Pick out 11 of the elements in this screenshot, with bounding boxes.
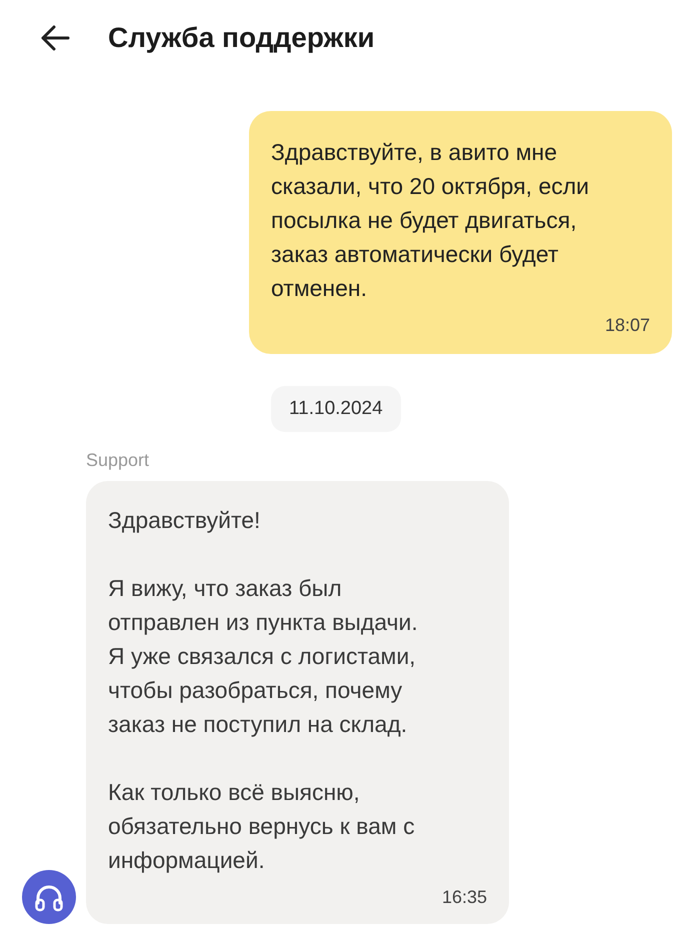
message-text: Здравствуйте! bbox=[108, 506, 262, 535]
message-time: 16:35 bbox=[442, 887, 487, 908]
sender-name: Support bbox=[86, 450, 150, 471]
message-text: Здравствуйте, в авито мне сказали, что 20 октября, если посылка не будет двигаться, заказ автоматически будет отменен. bbox=[271, 138, 590, 303]
screen-title: Служба поддержки bbox=[108, 22, 375, 54]
message-text: Как только всё выясню, обязательно вернусь к вам с информацией. bbox=[108, 778, 416, 875]
message-time: 18:07 bbox=[604, 315, 650, 336]
date-chip: 11.10.2024 bbox=[271, 386, 401, 432]
headphones-avatar-icon bbox=[22, 870, 76, 924]
back-arrow-icon[interactable] bbox=[40, 25, 70, 51]
message-text: Я вижу, что заказ был отправлен из пункта выдачи. Я уже связался с логистами, чтобы разобраться, почему заказ не поступил на склад. bbox=[108, 574, 419, 739]
